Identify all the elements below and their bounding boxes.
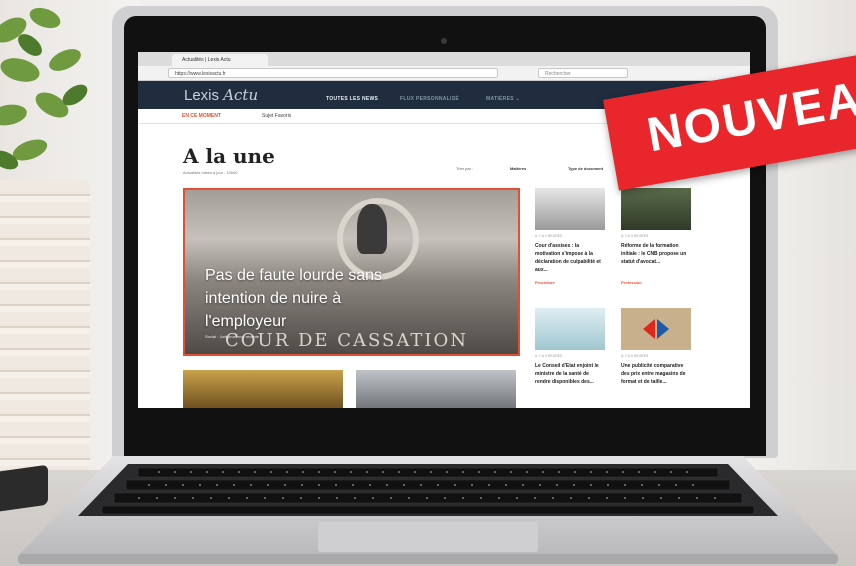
filter-doc-type[interactable]: Type de document bbox=[568, 166, 603, 171]
address-bar[interactable]: https://www.lexisactu.fr bbox=[168, 68, 498, 78]
card-meta: IL Y A 5 HEURES bbox=[621, 354, 649, 358]
nav-all-news[interactable]: TOUTES LES NEWS bbox=[326, 96, 378, 102]
article-thumbnail[interactable] bbox=[356, 370, 516, 408]
logo-main: Lexis bbox=[184, 87, 220, 104]
card-image[interactable] bbox=[621, 188, 691, 230]
card-meta: IL Y A 3 HEURES bbox=[621, 234, 649, 238]
card-image[interactable] bbox=[535, 188, 605, 230]
laptop-keyboard-base bbox=[18, 456, 838, 564]
card-tag[interactable]: Procédure bbox=[535, 280, 555, 285]
card-meta: IL Y A 2 HEURES bbox=[535, 234, 563, 238]
page-subtitle: Actualités mises à jour : 10h00 bbox=[183, 170, 238, 175]
card-meta: IL Y A 4 HEURES bbox=[535, 354, 563, 358]
carrefour-logo-icon bbox=[643, 319, 669, 339]
card-title[interactable]: Réforme de la formation initiale : le CN… bbox=[621, 242, 691, 266]
nav-custom-feed[interactable]: FLUX PERSONNALISÉ bbox=[400, 96, 459, 102]
article-thumbnail[interactable] bbox=[183, 370, 343, 408]
page-title: A la une bbox=[183, 144, 275, 168]
logo-accent: Actu bbox=[223, 86, 259, 104]
sort-label: Trier par : bbox=[456, 166, 474, 171]
card-image[interactable] bbox=[535, 308, 605, 350]
browser-search-placeholder: Rechercher bbox=[545, 71, 571, 77]
site-logo[interactable]: Lexis Actu bbox=[184, 86, 258, 104]
card-title[interactable]: Cour d'assises : la motivation s'impose … bbox=[535, 242, 605, 274]
webcam-icon bbox=[441, 38, 447, 44]
hero-article[interactable]: COUR DE CASSATION Pas de faute lourde sa… bbox=[183, 188, 520, 356]
browser-tab-title: Actualités | Lexis Actu bbox=[182, 57, 231, 63]
card-title[interactable]: Le Conseil d'Etat enjoint le ministre de… bbox=[535, 362, 605, 386]
filter-subjects[interactable]: Matières bbox=[510, 166, 526, 171]
browser-search-box[interactable]: Rechercher bbox=[538, 68, 628, 78]
card-tag[interactable]: Profession bbox=[621, 280, 642, 285]
hero-meta: Social · Jurisprudence récente bbox=[205, 334, 260, 339]
subnav-now[interactable]: EN CE MOMENT bbox=[182, 113, 221, 119]
hero-image-bust bbox=[357, 204, 387, 254]
card-image[interactable] bbox=[621, 308, 691, 350]
nav-subjects[interactable]: MATIÈRES ⌄ bbox=[486, 96, 520, 102]
browser-tab[interactable]: Actualités | Lexis Actu bbox=[172, 54, 268, 66]
address-bar-url: https://www.lexisactu.fr bbox=[175, 71, 226, 77]
subnav-favorites[interactable]: Sujet Favoris bbox=[262, 113, 291, 119]
card-title[interactable]: Une publicité comparative des prix entre… bbox=[621, 362, 691, 386]
hero-image-inscription: COUR DE CASSATION bbox=[225, 330, 469, 351]
plant-leaves bbox=[0, 7, 88, 170]
plant-pot bbox=[0, 180, 90, 470]
hero-title[interactable]: Pas de faute lourde sans intention de nu… bbox=[205, 264, 425, 333]
